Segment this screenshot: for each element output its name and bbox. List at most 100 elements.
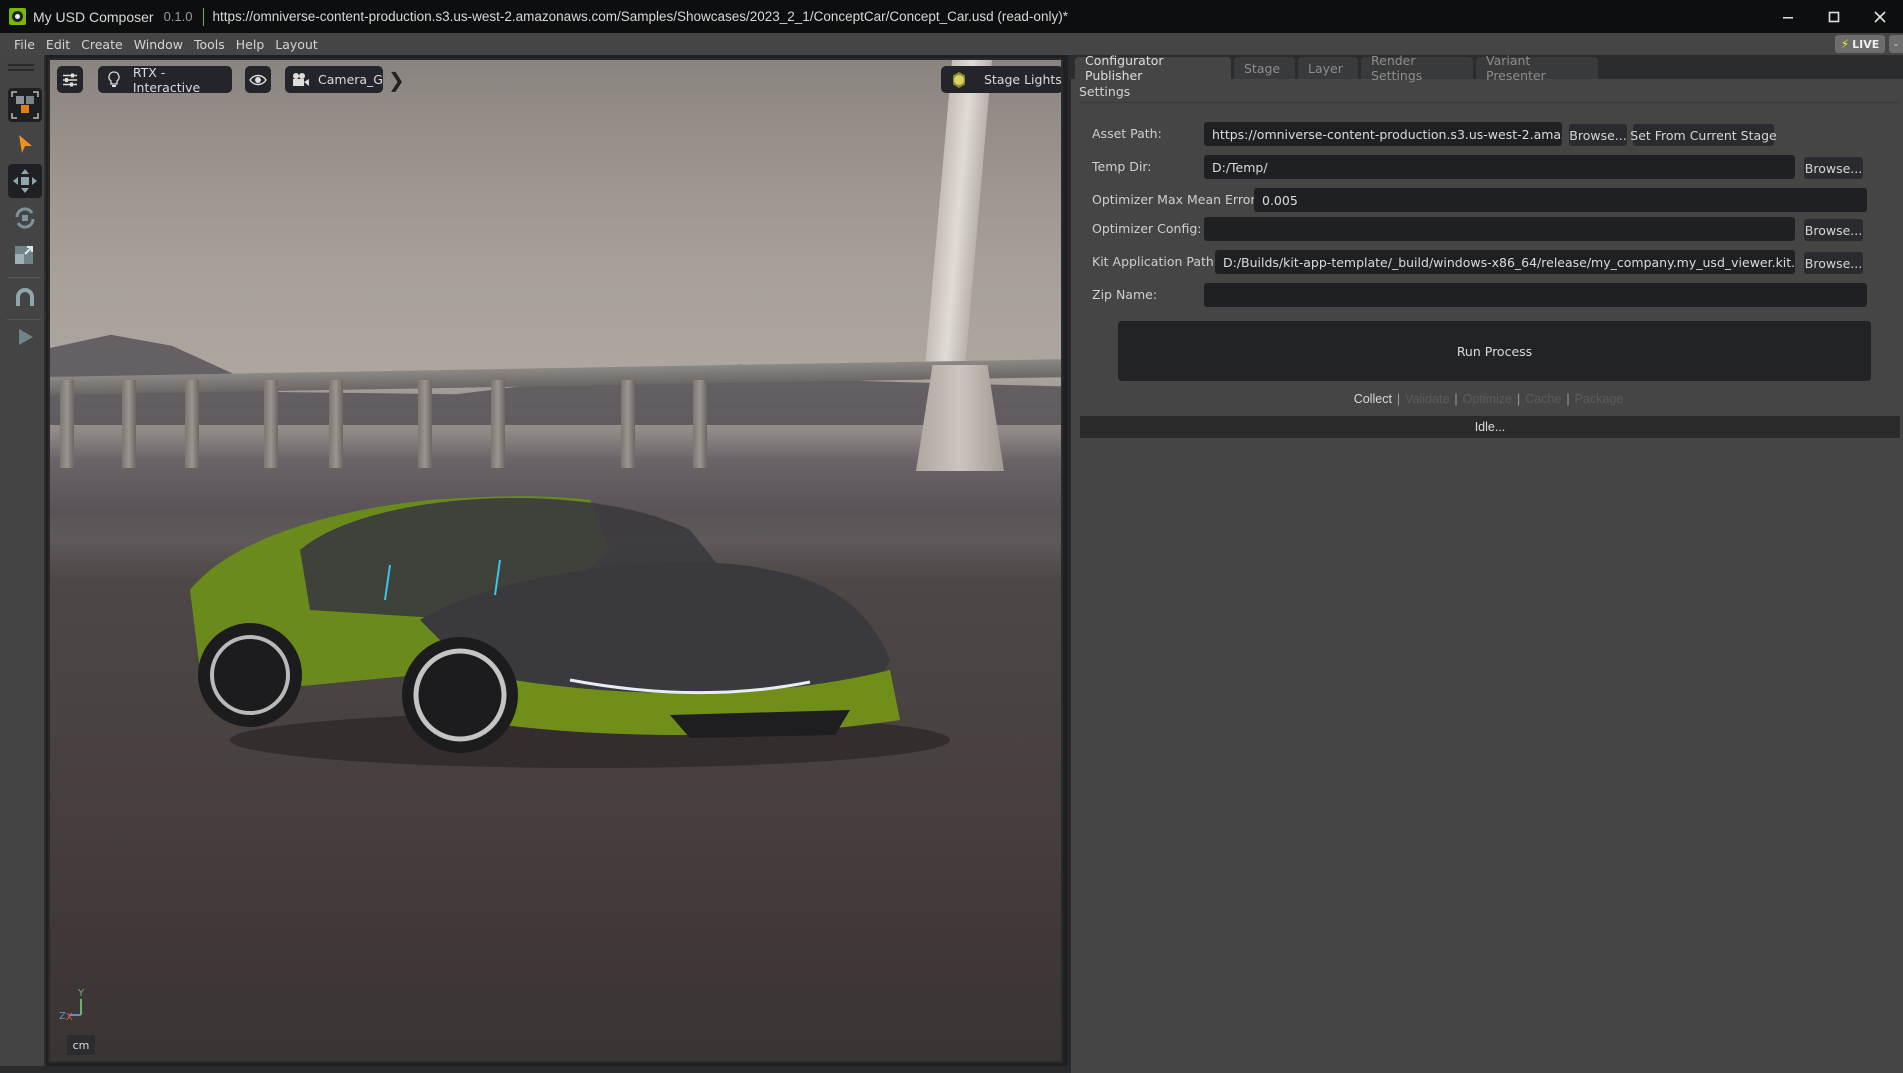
live-dropdown-button[interactable]: ⌄ [1889, 35, 1903, 53]
menu-edit[interactable]: Edit [42, 37, 74, 52]
optimizer-config-field[interactable] [1204, 217, 1795, 241]
sliders-icon [63, 73, 77, 86]
step-cache: Cache [1525, 392, 1562, 406]
axis-x-label: X [66, 1012, 73, 1023]
bridge-tower [924, 60, 992, 380]
bridge-pillar [491, 380, 505, 468]
lightbulb-icon [102, 70, 127, 89]
movie-camera-icon [289, 72, 312, 88]
live-label: LIVE [1852, 37, 1880, 51]
temp-dir-field[interactable]: D:/Temp/ [1204, 155, 1795, 179]
play-icon [19, 329, 33, 345]
asset-path-browse-button[interactable]: Browse... [1569, 124, 1627, 146]
select-tool-button[interactable] [8, 127, 42, 161]
axis-gizmo: Y Z X [59, 988, 85, 1023]
bridge-pillar [264, 380, 278, 468]
visibility-button[interactable] [245, 66, 271, 93]
optimizer-error-field[interactable]: 0.005 [1254, 188, 1867, 212]
kit-app-path-label: Kit Application Path: [1092, 254, 1219, 269]
move-tool-button[interactable] [8, 164, 42, 198]
app-version: 0.1.0 [163, 9, 193, 24]
zip-name-label: Zip Name: [1092, 287, 1158, 302]
step-validate: Validate [1405, 392, 1450, 406]
snap-tool-button[interactable] [8, 281, 42, 315]
play-button[interactable] [8, 320, 42, 354]
step-package: Package [1574, 392, 1624, 406]
panel-tabs: Configurator Publisher Stage Layer Rende… [1071, 53, 1903, 83]
lightning-icon: ⚡ [1840, 37, 1850, 51]
bottom-strip [0, 1066, 1068, 1073]
asset-path-field[interactable]: https://omniverse-content-production.s3.… [1204, 122, 1562, 146]
status-bar: Idle... [1080, 416, 1900, 438]
rotate-icon [15, 207, 35, 229]
stage-lights-button[interactable]: Stage Lights [941, 66, 1061, 93]
menu-tools[interactable]: Tools [190, 37, 229, 52]
axis-z-label: Z [59, 1011, 66, 1022]
zip-name-field[interactable] [1204, 283, 1867, 307]
menu-window[interactable]: Window [130, 37, 187, 52]
rotate-tool-button[interactable] [8, 201, 42, 235]
scale-icon [15, 246, 33, 264]
kit-app-path-field[interactable]: D:/Builds/kit-app-template/_build/window… [1215, 250, 1795, 274]
bridge-pillar [693, 380, 707, 468]
menu-bar: File Edit Create Window Tools Help Layou… [0, 33, 1903, 55]
bridge-pillar [185, 380, 199, 468]
optimizer-config-browse-button[interactable]: Browse... [1804, 219, 1863, 241]
run-process-button[interactable]: Run Process [1118, 321, 1871, 381]
chevron-down-icon: ⌄ [1892, 39, 1900, 49]
drag-handle[interactable] [8, 64, 34, 76]
viewport-settings-button[interactable] [57, 66, 83, 93]
step-separator: | [1454, 392, 1458, 406]
temp-dir-browse-button[interactable]: Browse... [1804, 157, 1863, 179]
document-path: https://omniverse-content-production.s3.… [212, 9, 1068, 24]
menu-layout[interactable]: Layout [271, 37, 322, 52]
step-collect: Collect [1353, 392, 1392, 406]
optimizer-config-label: Optimizer Config: [1092, 221, 1202, 236]
expand-toolbar-chevron-icon[interactable]: ❯ [388, 68, 405, 92]
concept-car [190, 496, 950, 768]
optimizer-error-label: Optimizer Max Mean Error: [1092, 192, 1260, 207]
axis-y-label: Y [77, 988, 85, 999]
settings-section-title: Settings [1079, 84, 1131, 99]
viewport[interactable]: RTX - Interactive Camera_G ❯ Stage Light… [48, 58, 1063, 1063]
set-from-current-stage-button[interactable]: Set From Current Stage [1630, 124, 1777, 146]
section-divider [1079, 102, 1899, 103]
menu-create[interactable]: Create [77, 37, 127, 52]
move-arrows-icon [13, 169, 37, 193]
kit-app-path-browse-button[interactable]: Browse... [1804, 252, 1863, 274]
camera-button[interactable]: Camera_G [285, 66, 383, 93]
temp-dir-label: Temp Dir: [1092, 159, 1152, 174]
menu-file[interactable]: File [10, 37, 39, 52]
step-separator: | [1396, 392, 1401, 406]
select-mode-button[interactable] [8, 88, 42, 122]
app-name: My USD Composer [33, 8, 154, 25]
cubes-select-icon [11, 91, 39, 119]
live-button[interactable]: ⚡ LIVE [1835, 35, 1885, 53]
app-logo-icon [9, 8, 26, 25]
renderer-button[interactable]: RTX - Interactive [98, 65, 232, 95]
tab-layer[interactable]: Layer [1298, 57, 1358, 79]
step-separator: | [1517, 392, 1521, 406]
arrow-cursor-icon [19, 135, 32, 153]
minimize-button[interactable] [1765, 0, 1811, 33]
step-separator: | [1566, 392, 1570, 406]
bridge-pillar [329, 380, 343, 468]
unit-badge[interactable]: cm [67, 1035, 95, 1055]
step-optimize: Optimize [1462, 392, 1512, 406]
title-separator [202, 7, 204, 26]
tab-configurator-publisher[interactable]: Configurator Publisher [1075, 53, 1231, 83]
asset-path-label: Asset Path: [1092, 126, 1162, 141]
tab-render-settings[interactable]: Render Settings [1361, 53, 1473, 83]
tool-strip [0, 55, 46, 1073]
sun-icon [946, 71, 972, 89]
scale-tool-button[interactable] [8, 237, 42, 271]
tab-variant-presenter[interactable]: Variant Presenter [1476, 53, 1598, 83]
close-button[interactable] [1857, 0, 1903, 33]
maximize-button[interactable] [1811, 0, 1857, 33]
eye-icon [249, 74, 267, 85]
close-icon [1874, 10, 1886, 23]
tab-stage[interactable]: Stage [1234, 57, 1295, 79]
maximize-icon [1828, 11, 1840, 22]
bridge-pillar [418, 380, 432, 468]
menu-help[interactable]: Help [232, 37, 269, 52]
